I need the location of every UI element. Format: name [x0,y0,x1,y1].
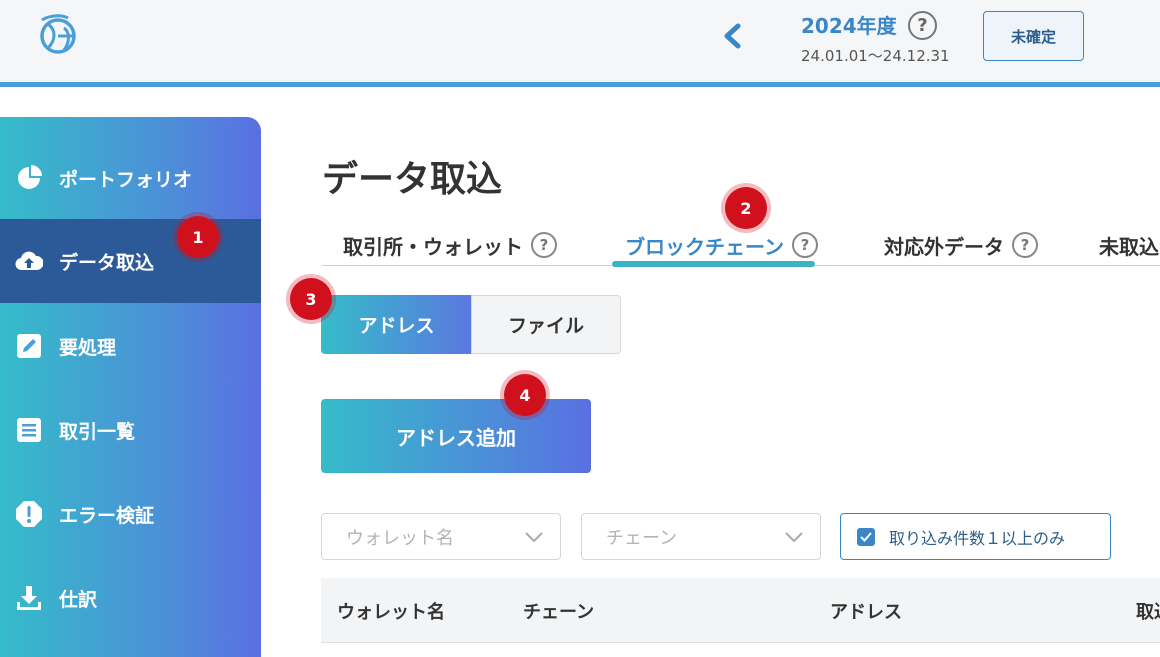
alert-octagon-icon [15,500,43,528]
check-icon [860,531,872,542]
fiscal-year-help-icon[interactable]: ? [908,11,937,40]
segment-address[interactable]: アドレス [321,295,472,354]
tab-exchange-wallet[interactable]: 取引所・ウォレット ? [343,228,557,262]
column-header[interactable]: ウォレット名 [337,578,445,643]
table-header: ウォレット名 チェーン アドレス 取込 [321,578,1160,643]
help-icon[interactable]: ? [792,232,818,258]
fiscal-range-label: 24.01.01〜24.12.31 [801,47,950,65]
chevron-down-icon [525,532,543,543]
help-icon[interactable]: ? [531,232,557,258]
chevron-left-icon[interactable] [718,20,746,52]
edit-icon [15,332,43,360]
tab-label: 対応外データ [884,234,1004,259]
wallet-name-select[interactable]: ウォレット名 [321,513,561,560]
filter-label: 取り込み件数１以上のみ [889,528,1066,548]
globe-logo-icon[interactable] [34,10,82,58]
chain-select[interactable]: チェーン [581,513,821,560]
nonzero-only-filter[interactable]: 取り込み件数１以上のみ [840,513,1111,560]
annotation-marker: 4 [504,374,546,416]
checkbox[interactable] [857,527,875,546]
fiscal-year-label[interactable]: 2024年度 [801,10,897,39]
add-address-button[interactable]: アドレス追加 [321,399,591,473]
tab-label: 未取込 [1099,234,1159,259]
sidebar-item-label: エラー検証 [59,504,155,527]
annotation-marker: 3 [290,278,332,320]
annotation-marker: 1 [177,216,219,258]
cloud-upload-icon [15,247,43,275]
page-title: データ取込 [322,159,503,200]
sidebar-item-transactions[interactable]: 取引一覧 [0,388,261,472]
column-header[interactable]: アドレス [830,578,902,643]
sidebar-item-journal[interactable]: 仕訳 [0,556,261,640]
tab-label: 取引所・ウォレット [343,234,523,259]
sidebar-item-label: ポートフォリオ [59,168,193,191]
annotation-marker: 2 [725,187,767,229]
sidebar-item-portfolio[interactable]: ポートフォリオ [0,136,261,220]
pie-chart-icon [15,164,43,192]
tab-blockchain[interactable]: ブロックチェーン ? [625,228,818,262]
chevron-down-icon [785,532,803,543]
column-header[interactable]: チェーン [523,578,594,643]
active-tab-indicator [612,261,815,267]
sidebar-item-needs-action[interactable]: 要処理 [0,304,261,388]
segment-file[interactable]: ファイル [471,295,621,354]
header-divider [0,82,1160,87]
sidebar-item-error-check[interactable]: エラー検証 [0,472,261,556]
column-header[interactable]: 取込 [1136,578,1160,643]
sidebar-item-label: 取引一覧 [59,420,136,443]
sidebar-item-label: データ取込 [59,251,155,274]
sidebar-item-label: 要処理 [59,336,117,359]
sidebar-item-data-import[interactable]: データ取込 [0,219,261,303]
list-icon [15,416,43,444]
tab-label: ブロックチェーン [625,234,784,259]
tab-unsupported-data[interactable]: 対応外データ ? [884,228,1038,262]
status-button[interactable]: 未確定 [983,11,1084,61]
help-icon[interactable]: ? [1012,232,1038,258]
select-placeholder: ウォレット名 [346,527,454,549]
tab-not-imported[interactable]: 未取込 [1099,228,1159,262]
app-header: 2024年度 ? 24.01.01〜24.12.31 未確定 [0,0,1160,82]
sidebar: ポートフォリオ データ取込 要処理 取引一覧 エラー検証 仕訳 [0,117,261,657]
sidebar-item-label: 仕訳 [59,588,98,611]
select-placeholder: チェーン [606,527,678,549]
download-icon [15,584,43,612]
